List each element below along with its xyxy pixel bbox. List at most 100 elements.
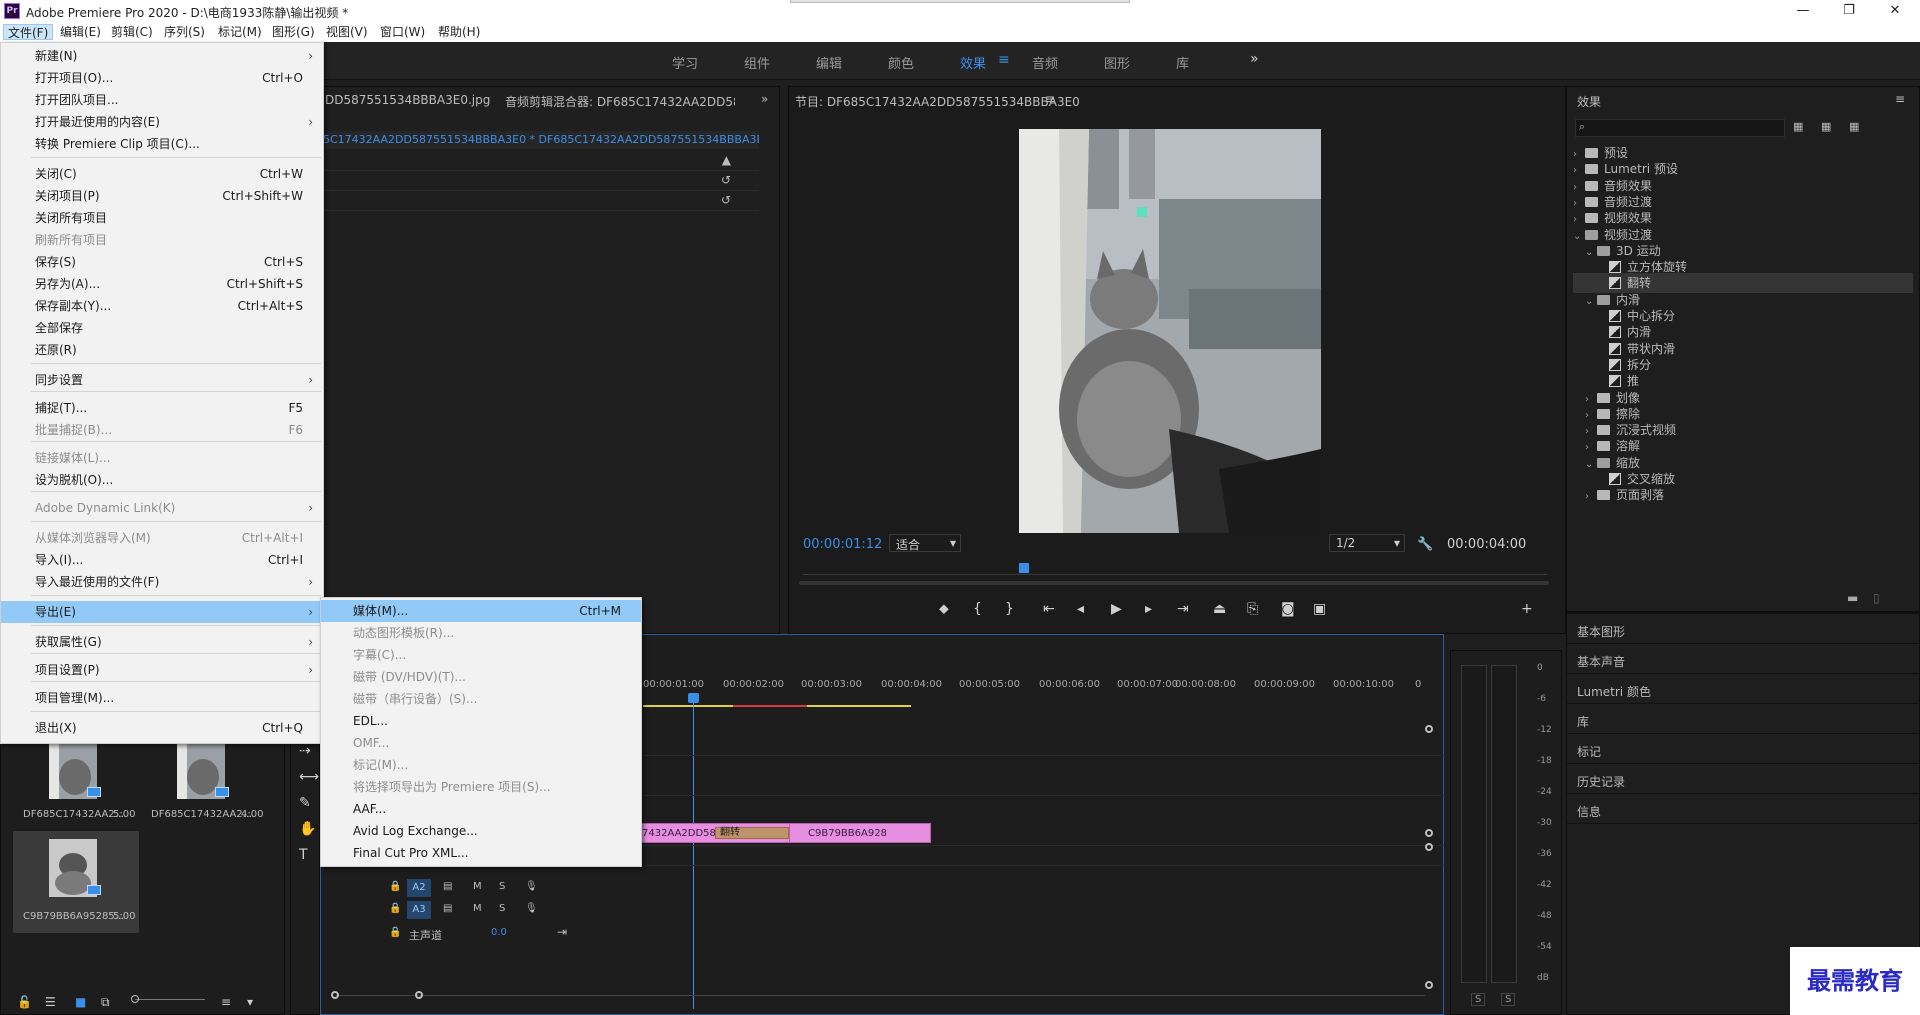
yuv-effects-icon[interactable]: ▦: [1849, 120, 1859, 133]
essential-sound-tab[interactable]: 基本声音: [1577, 653, 1625, 670]
mic-icon[interactable]: 🎙: [525, 903, 538, 914]
file-menu-item[interactable]: 还原(R): [1, 339, 323, 361]
mark-in-icon[interactable]: {: [973, 601, 982, 617]
resolution-select[interactable]: 1/2 ▾: [1329, 534, 1405, 552]
export-menu-item[interactable]: OMF...: [321, 732, 641, 754]
file-menu-item[interactable]: 批量捕捉(B)... F6: [1, 419, 323, 441]
workspace-editing[interactable]: 编辑: [816, 53, 842, 72]
file-menu-item[interactable]: 全部保存: [1, 317, 323, 339]
file-menu-item[interactable]: 转换 Premiere Clip 项目(C)...: [1, 133, 323, 155]
file-menu-item[interactable]: 捕捉(T)... F5: [1, 397, 323, 419]
file-menu-item[interactable]: 退出(X) Ctrl+Q: [1, 717, 323, 739]
chevron-right-icon[interactable]: ›: [1585, 487, 1597, 507]
workspace-menu-icon[interactable]: ≡: [998, 52, 1010, 68]
type-icon[interactable]: T: [299, 847, 308, 863]
voice-over-icon[interactable]: ▤: [443, 881, 452, 892]
fit-select[interactable]: 适合 ▾: [889, 534, 961, 552]
panel-menu-icon[interactable]: ≡: [1895, 92, 1905, 106]
source-tab[interactable]: DD587551534BBBA3E0.jpg: [325, 93, 490, 107]
timeline-vscroll-handle[interactable]: [1425, 843, 1433, 851]
menu-clip[interactable]: 剪辑(C): [107, 24, 157, 40]
freeform-view-icon[interactable]: ⧉: [101, 995, 110, 1010]
sort-icon[interactable]: ≡: [221, 995, 231, 1009]
effect-controls-sequence-tab[interactable]: 5C17432AA2DD587551534BBBA3E0 * DF685C174…: [319, 131, 759, 149]
lock-icon[interactable]: 🔒: [389, 927, 401, 938]
track-a2[interactable]: A2: [407, 879, 431, 897]
track-a3[interactable]: A3: [407, 901, 431, 919]
list-view-icon[interactable]: ☰: [45, 995, 56, 1009]
file-menu-item[interactable]: 导入最近使用的文件(F) ›: [1, 571, 323, 593]
32bit-effects-icon[interactable]: ▦: [1821, 120, 1831, 133]
file-menu-item[interactable]: 获取属性(G) ›: [1, 631, 323, 653]
file-menu-item[interactable]: 关闭所有项目: [1, 207, 323, 229]
zoom-slider[interactable]: [135, 999, 205, 1000]
marker-icon[interactable]: ⬥: [939, 601, 949, 617]
program-zoom-scrollbar[interactable]: [799, 581, 1549, 585]
lumetri-color-tab[interactable]: Lumetri 颜色: [1577, 683, 1651, 700]
compare-icon[interactable]: ▣: [1313, 601, 1326, 617]
project-item[interactable]: DF685C17432AA2... 4:00: [141, 741, 267, 835]
mute-a3[interactable]: M: [473, 903, 482, 914]
accelerated-effects-icon[interactable]: ▦: [1793, 120, 1803, 133]
export-menu-item[interactable]: 标记(M)...: [321, 754, 641, 776]
solo-a3[interactable]: S: [499, 903, 505, 914]
workspace-libraries[interactable]: 库: [1176, 53, 1189, 72]
transition-flip[interactable]: 翻转: [715, 827, 789, 839]
wrench-icon[interactable]: 🔧: [1417, 537, 1433, 552]
timeline-vscroll-handle[interactable]: [1425, 829, 1433, 837]
file-menu-item[interactable]: 导入(I)... Ctrl+I: [1, 549, 323, 571]
file-menu-item[interactable]: 从媒体浏览器导入(M) Ctrl+Alt+I: [1, 527, 323, 549]
solo-right-button[interactable]: S: [1501, 993, 1516, 1006]
reset-icon[interactable]: ↺: [721, 173, 731, 187]
timeline-hscroll-handle[interactable]: [415, 991, 423, 999]
workspace-color[interactable]: 颜色: [888, 53, 914, 72]
export-menu-item[interactable]: 字幕(C)...: [321, 644, 641, 666]
menu-sequence[interactable]: 序列(S): [160, 24, 209, 40]
extract-icon[interactable]: ⎘: [1247, 601, 1258, 617]
zoom-slider-handle[interactable]: [131, 995, 139, 1003]
file-menu-item[interactable]: 刷新所有项目: [1, 229, 323, 251]
new-bin-icon[interactable]: ▬: [1847, 591, 1858, 605]
timeline-hscroll[interactable]: [335, 995, 1425, 996]
essential-graphics-tab[interactable]: 基本图形: [1577, 623, 1625, 640]
libraries-tab[interactable]: 库: [1577, 713, 1589, 730]
step-forward-icon[interactable]: ▸: [1145, 601, 1152, 617]
export-menu-item[interactable]: 磁带（串行设备）(S)...: [321, 688, 641, 710]
project-item-selected[interactable]: C9B79BB6A95285... 5:00: [13, 831, 139, 933]
pen-icon[interactable]: ✎: [299, 795, 311, 811]
file-menu-item[interactable]: 导出(E) ›: [1, 601, 323, 623]
workspace-audio[interactable]: 音频: [1032, 53, 1058, 72]
menu-help[interactable]: 帮助(H): [434, 24, 484, 40]
export-menu-item[interactable]: 动态图形模板(R)...: [321, 622, 641, 644]
export-menu-item[interactable]: 将选择项导出为 Premiere 项目(S)...: [321, 776, 641, 798]
reset-icon[interactable]: ↺: [721, 193, 731, 207]
ripple-edit-icon[interactable]: ⟷: [299, 769, 319, 785]
workspace-more-icon[interactable]: »: [1250, 51, 1259, 67]
delete-icon[interactable]: ▯: [1873, 591, 1880, 605]
play-icon[interactable]: ▶: [1111, 601, 1122, 617]
project-item[interactable]: DF685C17432AA2... 5:00: [13, 741, 139, 835]
go-to-out-icon[interactable]: ⇥: [1177, 601, 1189, 617]
go-to-end-icon[interactable]: ⇥: [557, 925, 567, 939]
timeline-vscroll-handle[interactable]: [1425, 725, 1433, 733]
lift-icon[interactable]: ⏏: [1213, 601, 1226, 617]
file-menu-item[interactable]: 打开团队项目...: [1, 89, 323, 111]
hand-icon[interactable]: ✋: [299, 821, 316, 837]
menu-edit[interactable]: 编辑(E): [56, 24, 105, 40]
export-menu-item[interactable]: 磁带 (DV/HDV)(T)...: [321, 666, 641, 688]
mic-icon[interactable]: 🎙: [525, 881, 538, 892]
close-button[interactable]: ✕: [1872, 0, 1918, 22]
lock-icon[interactable]: 🔒: [389, 903, 401, 914]
effects-folder[interactable]: › 页面剥落: [1573, 485, 1913, 505]
menu-file[interactable]: 文件(F): [3, 24, 54, 40]
panel-more-icon[interactable]: »: [761, 92, 768, 106]
program-ruler[interactable]: [803, 563, 1547, 575]
scroll-up-icon[interactable]: ▲: [722, 153, 731, 167]
export-menu-item[interactable]: Avid Log Exchange...: [321, 820, 641, 842]
workspace-assembly[interactable]: 组件: [744, 53, 770, 72]
file-menu-item[interactable]: 项目设置(P) ›: [1, 659, 323, 681]
export-menu-item[interactable]: 媒体(M)... Ctrl+M: [321, 600, 641, 622]
mark-out-icon[interactable]: }: [1005, 601, 1014, 617]
timeline-vscroll-handle[interactable]: [1425, 981, 1433, 989]
file-menu-item[interactable]: 打开最近使用的内容(E) ›: [1, 111, 323, 133]
